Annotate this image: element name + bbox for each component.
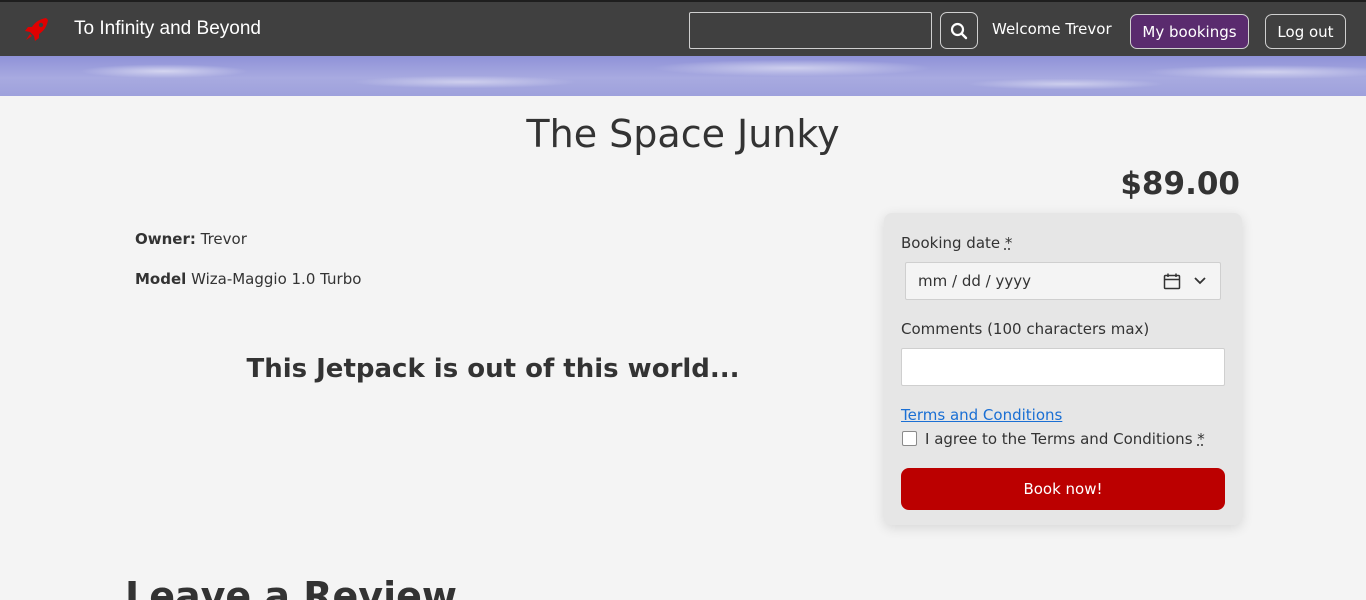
listing-tagline: This Jetpack is out of this world...	[246, 354, 740, 384]
booking-date-input[interactable]: mm / dd / yyyy	[905, 262, 1221, 300]
search-icon	[950, 22, 968, 39]
brand-title[interactable]: To Infinity and Beyond	[74, 18, 261, 40]
model-detail: Model Wiza-Maggio 1.0 Turbo	[135, 270, 361, 288]
comments-label: Comments (100 characters max)	[901, 320, 1150, 338]
page-title: The Space Junky	[526, 112, 840, 156]
owner-detail: Owner: Trevor	[135, 230, 247, 248]
logout-button[interactable]: Log out	[1265, 14, 1346, 49]
top-navbar: To Infinity and Beyond Welcome Trevor My…	[0, 0, 1366, 56]
calendar-icon[interactable]	[1163, 273, 1181, 290]
terms-and-conditions-link[interactable]: Terms and Conditions	[901, 406, 1062, 424]
search-input[interactable]	[689, 12, 932, 49]
booking-date-label: Booking date *	[901, 234, 1012, 252]
agree-terms-checkbox[interactable]	[902, 431, 917, 446]
hero-banner-image	[0, 56, 1366, 96]
model-value: Wiza-Maggio 1.0 Turbo	[191, 270, 362, 288]
model-label: Model	[135, 270, 187, 288]
required-asterisk: *	[1197, 430, 1205, 448]
booking-date-label-text: Booking date	[901, 234, 1001, 252]
my-bookings-button[interactable]: My bookings	[1130, 14, 1249, 49]
required-asterisk: *	[1004, 234, 1013, 252]
comments-input[interactable]	[901, 348, 1225, 386]
owner-value: Trevor	[200, 230, 247, 248]
agree-terms-label-text: I agree to the Terms and Conditions	[925, 430, 1193, 448]
agree-terms-label: I agree to the Terms and Conditions *	[925, 430, 1205, 448]
listing-price: $89.00	[1120, 166, 1240, 202]
search-button[interactable]	[940, 12, 978, 49]
rocket-icon[interactable]	[24, 16, 50, 42]
leave-review-heading: Leave a Review	[125, 574, 457, 600]
chevron-down-icon[interactable]	[1194, 277, 1206, 285]
welcome-text: Welcome Trevor	[992, 20, 1112, 38]
date-placeholder: mm / dd / yyyy	[918, 272, 1031, 290]
owner-label: Owner:	[135, 230, 196, 248]
booking-form-card: Booking date * mm / dd / yyyy Comments (…	[884, 213, 1242, 525]
book-now-button[interactable]: Book now!	[901, 468, 1225, 510]
